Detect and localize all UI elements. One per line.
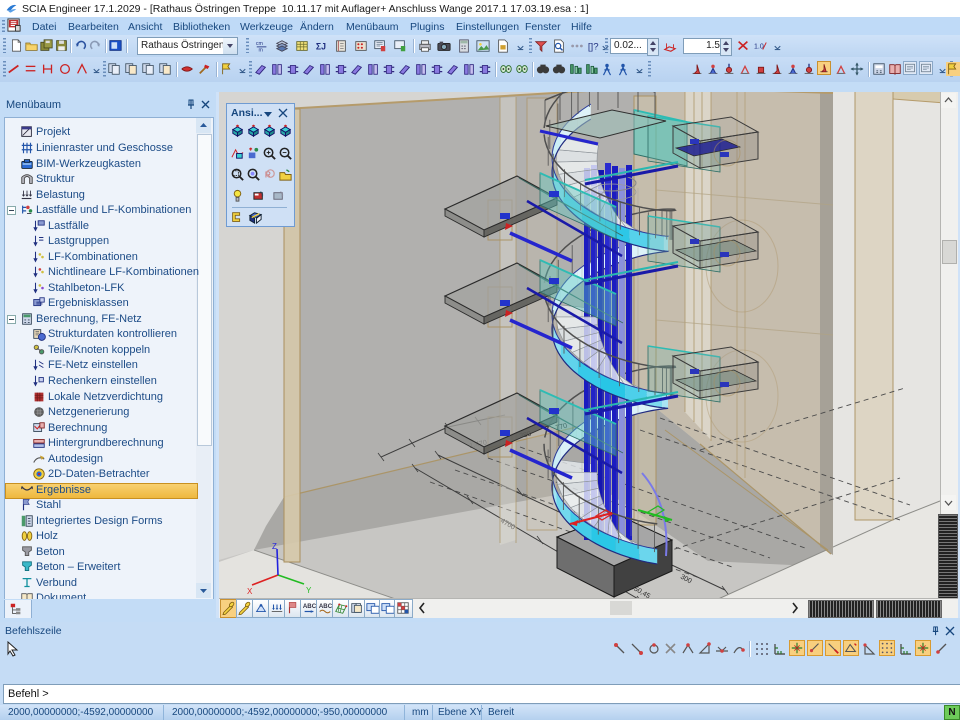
svg-text:[]?: []?: [588, 42, 599, 53]
svg-text:ΣJ: ΣJ: [316, 42, 326, 52]
svg-text:ABC: ABC: [319, 603, 332, 610]
svg-text:1.0: 1.0: [754, 44, 764, 51]
svg-text:m: m: [259, 47, 264, 53]
svg-text:X: X: [247, 587, 253, 596]
svg-text:ABC: ABC: [303, 603, 316, 610]
svg-text:cm: cm: [256, 41, 264, 47]
svg-text:Z: Z: [272, 542, 277, 551]
svg-text:Y: Y: [306, 586, 312, 595]
